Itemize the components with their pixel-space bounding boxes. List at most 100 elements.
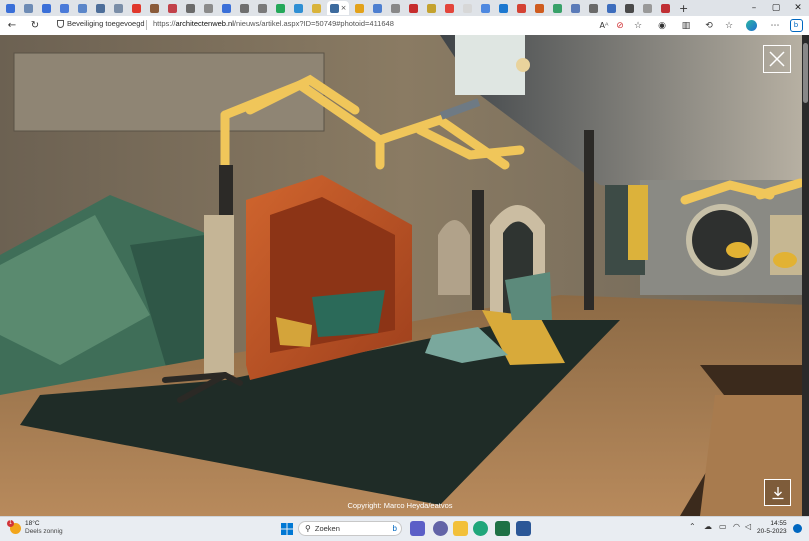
tab[interactable] — [442, 1, 457, 15]
task-view-icon[interactable] — [410, 521, 425, 536]
viewer-close-button[interactable] — [763, 45, 791, 73]
tab-favicon-icon — [42, 3, 51, 13]
url-field[interactable]: https://architectenweb.nl/nieuws/artikel… — [153, 19, 394, 28]
new-tab-button[interactable]: + — [679, 2, 688, 15]
tab[interactable] — [352, 1, 367, 15]
weather-widget[interactable]: 1 18°C Deels zonnig — [7, 519, 63, 536]
scrollbar-thumb[interactable] — [803, 43, 808, 103]
tab[interactable] — [57, 1, 72, 15]
tab[interactable] — [237, 1, 252, 15]
tab-favicon-icon — [24, 3, 33, 13]
split-screen-icon[interactable]: ▥ — [679, 18, 693, 33]
tab-favicon-icon — [258, 3, 267, 13]
tab[interactable] — [604, 1, 619, 15]
page-scrollbar[interactable] — [802, 35, 809, 516]
tab-close-icon[interactable]: × — [341, 4, 347, 12]
tab[interactable] — [514, 1, 529, 15]
word-icon[interactable] — [516, 521, 531, 536]
favorites-bar-icon[interactable]: ⟲ — [702, 18, 716, 33]
address-bar: ← ↻ Beveiliging toegevoegd https://archi… — [0, 16, 809, 36]
notification-icon[interactable] — [793, 524, 802, 533]
notification-badge: 1 — [7, 519, 14, 527]
photo-viewer: Copyright: Marco Heyda/eatvos — [0, 35, 809, 516]
bing-copilot-icon[interactable]: b — [789, 18, 803, 33]
favorite-icon[interactable]: ☆ — [631, 18, 645, 33]
tab-favicon-icon — [373, 3, 382, 13]
tab[interactable] — [39, 1, 54, 15]
window-close-button[interactable]: ✕ — [788, 0, 808, 16]
tab[interactable] — [406, 1, 421, 15]
tab[interactable] — [550, 1, 565, 15]
tab-favicon-icon — [463, 3, 472, 13]
back-button[interactable]: ← — [5, 18, 19, 32]
edge-browser-icon[interactable] — [473, 521, 488, 536]
collections-icon[interactable]: ☆ — [722, 18, 736, 33]
maximize-button[interactable]: ▢ — [766, 0, 786, 16]
tab[interactable] — [424, 1, 439, 15]
tab[interactable] — [219, 1, 234, 15]
refresh-button[interactable]: ↻ — [28, 18, 42, 32]
tab[interactable] — [532, 1, 547, 15]
start-button[interactable] — [279, 521, 294, 536]
read-aloud-icon[interactable]: Aᴬ — [597, 18, 611, 33]
tab[interactable] — [75, 1, 90, 15]
display-icon[interactable]: ▭ — [719, 522, 727, 531]
teams-chat-icon[interactable] — [433, 521, 448, 536]
search-placeholder: Zoeken — [314, 524, 340, 533]
tab[interactable] — [496, 1, 511, 15]
tab[interactable] — [586, 1, 601, 15]
minimize-button[interactable]: – — [744, 0, 764, 16]
tab[interactable] — [93, 1, 108, 15]
profile-icon[interactable] — [744, 18, 758, 33]
tab[interactable] — [3, 1, 18, 15]
file-explorer-icon[interactable] — [453, 521, 468, 536]
more-menu-icon[interactable]: ⋯ — [768, 18, 782, 33]
weather-desc: Deels zonnig — [25, 528, 63, 535]
tab[interactable] — [111, 1, 126, 15]
tab[interactable] — [291, 1, 306, 15]
onedrive-icon[interactable]: ☁ — [704, 522, 712, 531]
tracking-icon[interactable]: ⊘ — [613, 18, 627, 33]
tab-favicon-icon — [78, 3, 87, 13]
tab[interactable] — [309, 1, 324, 15]
tab-favicon-icon — [427, 3, 436, 13]
tab[interactable] — [460, 1, 475, 15]
tab[interactable] — [273, 1, 288, 15]
tab-active[interactable]: × — [327, 1, 349, 15]
tab[interactable] — [147, 1, 162, 15]
tab-favicon-icon — [661, 3, 670, 13]
tab[interactable] — [370, 1, 385, 15]
volume-icon[interactable]: ◁ — [745, 522, 751, 531]
tab[interactable] — [21, 1, 36, 15]
article-photo — [0, 35, 809, 516]
tab-favicon-icon — [276, 3, 285, 13]
security-indicator[interactable]: Beveiliging toegevoegd — [57, 19, 145, 28]
tab[interactable] — [640, 1, 655, 15]
tab-favicon-icon — [150, 3, 159, 13]
tab-favicon-icon — [222, 3, 231, 13]
system-clock[interactable]: 14:55 20-5-2023 — [757, 520, 787, 536]
search-icon: ⚲ — [305, 524, 311, 533]
tab[interactable] — [201, 1, 216, 15]
tab[interactable] — [478, 1, 493, 15]
tab[interactable] — [255, 1, 270, 15]
sun-icon: 1 — [7, 519, 21, 534]
tab[interactable] — [183, 1, 198, 15]
wifi-icon[interactable]: ◠ — [733, 522, 740, 531]
tab[interactable] — [129, 1, 144, 15]
tab[interactable] — [165, 1, 180, 15]
tab[interactable] — [658, 1, 673, 15]
taskbar-search[interactable]: ⚲ Zoeken b — [298, 521, 402, 536]
shield-icon — [57, 19, 64, 28]
divider — [146, 20, 147, 30]
tab-favicon-icon — [355, 3, 364, 13]
tab[interactable] — [622, 1, 637, 15]
excel-icon[interactable] — [495, 521, 510, 536]
tray-overflow-icon[interactable]: ⌃ — [689, 522, 696, 531]
bing-icon: b — [392, 524, 397, 533]
tab-favicon-icon — [445, 3, 454, 13]
tab[interactable] — [388, 1, 403, 15]
shield-extension-icon[interactable]: ◉ — [655, 18, 669, 33]
tab[interactable] — [568, 1, 583, 15]
tab-favicon-icon — [625, 3, 634, 13]
